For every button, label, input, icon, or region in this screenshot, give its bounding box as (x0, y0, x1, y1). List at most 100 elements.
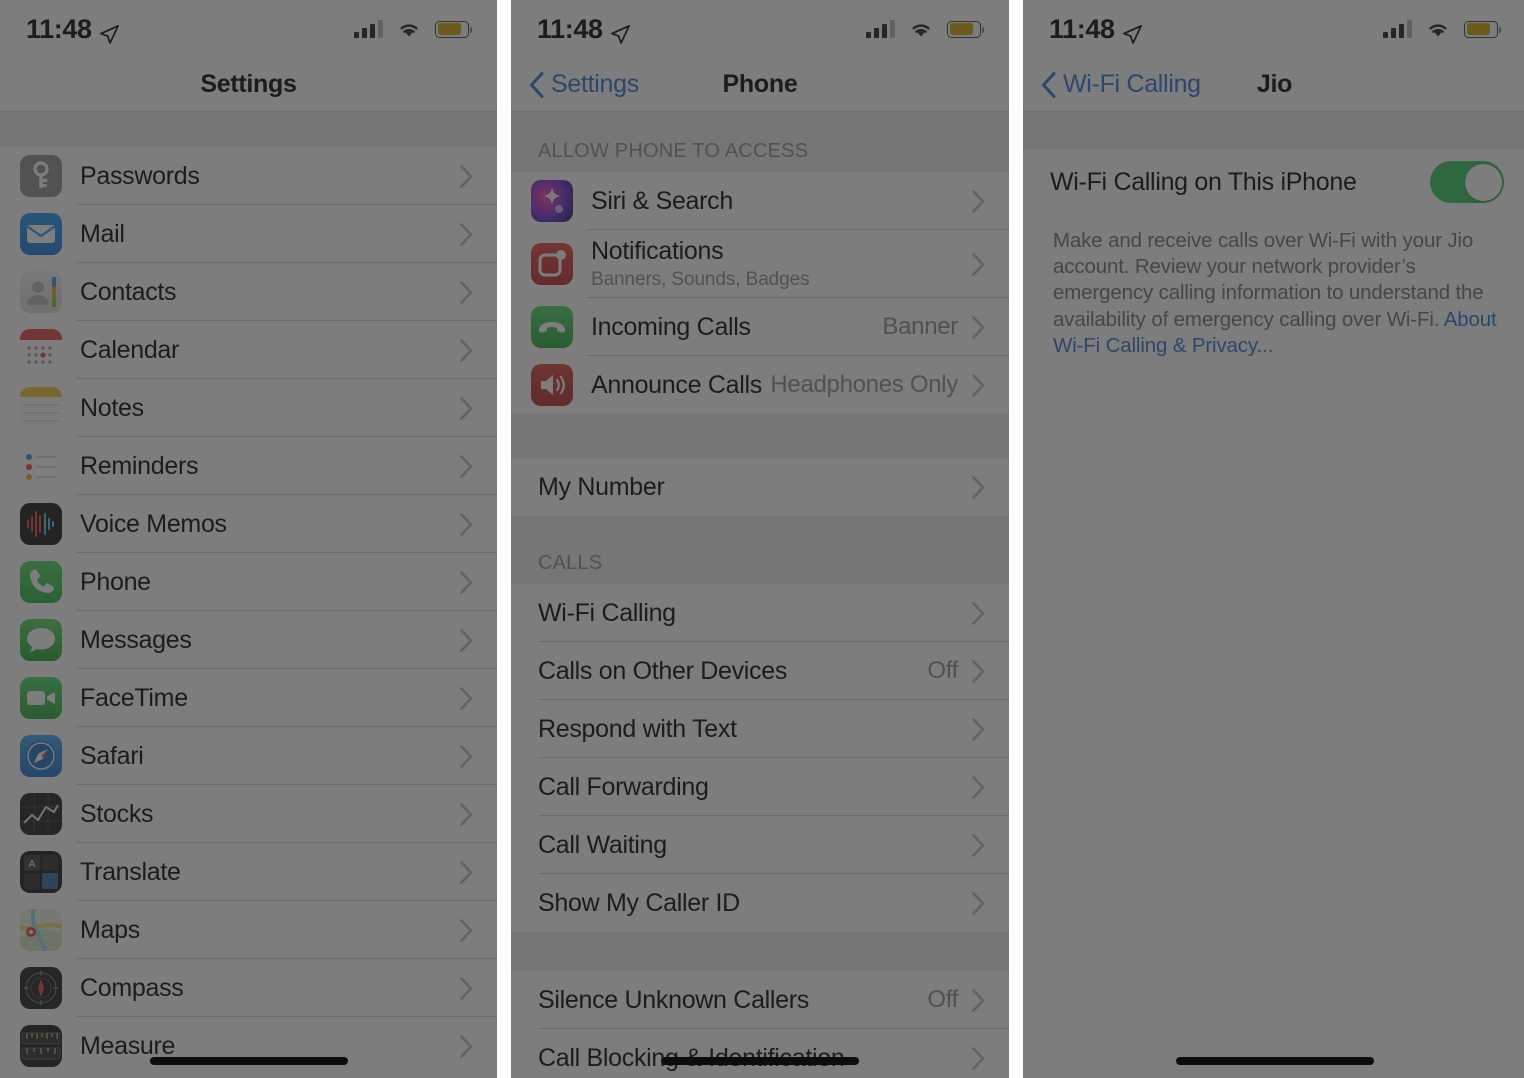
location-arrow-icon (1122, 20, 1142, 44)
list-item-text: FaceTime (80, 684, 460, 713)
back-button-label: Settings (551, 70, 639, 98)
row-respond-with-text[interactable]: Respond with Text (511, 700, 1009, 758)
list-item-text: Wi-Fi Calling (538, 599, 972, 628)
row-separator (538, 641, 1009, 642)
list-item-label: Mail (80, 219, 125, 248)
chevron-right-icon (460, 396, 473, 420)
row-my-number[interactable]: My Number (511, 458, 1009, 516)
chevron-right-icon (460, 512, 473, 536)
row-safari[interactable]: Safari (0, 727, 497, 785)
wifi-icon (908, 20, 934, 39)
row-compass[interactable]: Compass (0, 959, 497, 1017)
wifi-icon (1425, 20, 1451, 39)
status-bar: 11:48 (511, 0, 1009, 58)
list-item-label: Voice Memos (80, 509, 227, 538)
row-show-my-caller-id[interactable]: Show My Caller ID (511, 874, 1009, 932)
row-call-forwarding[interactable]: Call Forwarding (511, 758, 1009, 816)
chevron-right-icon (460, 860, 473, 884)
row-mail[interactable]: Mail (0, 205, 497, 263)
row-siri-search[interactable]: Siri & Search (511, 172, 1009, 230)
row-wi-fi-calling[interactable]: Wi-Fi Calling (511, 584, 1009, 642)
list-item-text: Siri & Search (591, 187, 972, 216)
list-item-text: Mail (80, 220, 460, 249)
list-item-text: Contacts (80, 278, 460, 307)
back-button[interactable]: Settings (511, 70, 639, 99)
list-item-label: Calls on Other Devices (538, 656, 788, 685)
mail-envelope-icon (20, 213, 62, 255)
row-call-waiting[interactable]: Call Waiting (511, 816, 1009, 874)
chevron-right-icon (460, 164, 473, 188)
list-item-label: Calendar (80, 335, 180, 364)
chevron-right-icon (972, 373, 985, 397)
row-stocks[interactable]: Stocks (0, 785, 497, 843)
section-spacer (511, 516, 1009, 554)
list-item-value: Banner (882, 313, 958, 340)
list-item-label: Silence Unknown Callers (538, 985, 810, 1014)
back-button[interactable]: Wi-Fi Calling (1023, 70, 1201, 99)
home-indicator[interactable] (149, 1057, 348, 1065)
battery-icon (1464, 20, 1501, 38)
list-item-text: Calls on Other Devices (538, 657, 927, 686)
safari-compass-icon (20, 735, 62, 777)
chevron-right-icon (460, 1034, 473, 1058)
status-time: 11:48 (537, 13, 603, 44)
list-item-label: Stocks (80, 799, 154, 828)
row-call-blocking-identification[interactable]: Call Blocking & Identification (511, 1029, 1009, 1078)
row-passwords[interactable]: Passwords (0, 147, 497, 205)
nav-bar: Settings Phone (511, 58, 1009, 112)
list-item-text: Announce Calls (591, 371, 770, 400)
wifi-calling-toggle[interactable] (1430, 161, 1504, 203)
row-calendar[interactable]: Calendar (0, 321, 497, 379)
row-maps[interactable]: Maps (0, 901, 497, 959)
list-item-label: FaceTime (80, 683, 188, 712)
list-item-label: Safari (80, 741, 144, 770)
translate-icon: A (20, 851, 62, 893)
row-notifications[interactable]: Notifications Banners, Sounds, Badges (511, 230, 1009, 298)
chevron-right-icon (972, 659, 985, 683)
row-messages[interactable]: Messages (0, 611, 497, 669)
section-spacer (511, 112, 1009, 142)
notes-icon (20, 387, 62, 429)
list-item-text: Passwords (80, 162, 460, 191)
incoming-calls-icon (531, 306, 573, 348)
location-arrow-icon (610, 20, 630, 44)
list-item-text: Voice Memos (80, 510, 460, 539)
row-translate[interactable]: A Translate (0, 843, 497, 901)
row-reminders[interactable]: Reminders (0, 437, 497, 495)
home-indicator[interactable] (1175, 1057, 1374, 1065)
home-indicator[interactable] (661, 1057, 859, 1065)
chevron-right-icon (972, 775, 985, 799)
wifi-icon (396, 20, 422, 39)
row-notes[interactable]: Notes (0, 379, 497, 437)
row-voice-memos[interactable]: Voice Memos (0, 495, 497, 553)
status-bar-left: 11:48 (1049, 14, 1142, 45)
row-phone[interactable]: Phone (0, 553, 497, 611)
chevron-left-icon (1041, 71, 1056, 98)
cellular-signal-icon (354, 20, 383, 38)
status-bar: 11:48 (0, 0, 497, 58)
row-silence-unknown-callers[interactable]: Silence Unknown Callers Off (511, 971, 1009, 1029)
list-item-label: Phone (80, 567, 151, 596)
status-bar-right (866, 20, 984, 39)
battery-icon (947, 20, 984, 38)
phone-handset-icon (20, 561, 62, 603)
list-item-text: Notifications Banners, Sounds, Badges (591, 237, 972, 291)
row-incoming-calls[interactable]: Incoming Calls Banner (511, 298, 1009, 356)
chevron-right-icon (460, 454, 473, 478)
row-contacts[interactable]: Contacts (0, 263, 497, 321)
chevron-right-icon (972, 475, 985, 499)
row-measure[interactable]: Measure (0, 1017, 497, 1075)
section-header-allow-access: ALLOW PHONE TO ACCESS (511, 140, 1009, 172)
row-calls-on-other-devices[interactable]: Calls on Other Devices Off (511, 642, 1009, 700)
list-item-text: Maps (80, 916, 460, 945)
row-facetime[interactable]: FaceTime (0, 669, 497, 727)
row-announce-calls[interactable]: Announce Calls Headphones Only (511, 356, 1009, 414)
list-item-text: Call Waiting (538, 831, 972, 860)
section-spacer (0, 112, 497, 147)
back-button-label: Wi-Fi Calling (1063, 70, 1201, 98)
chevron-right-icon (460, 686, 473, 710)
wifi-calling-toggle-label: Wi-Fi Calling on This iPhone (1050, 167, 1357, 196)
list-item-text: Silence Unknown Callers (538, 986, 927, 1015)
list-item-label: Passwords (80, 161, 200, 190)
wifi-calling-toggle-row[interactable]: Wi-Fi Calling on This iPhone (1023, 150, 1524, 214)
